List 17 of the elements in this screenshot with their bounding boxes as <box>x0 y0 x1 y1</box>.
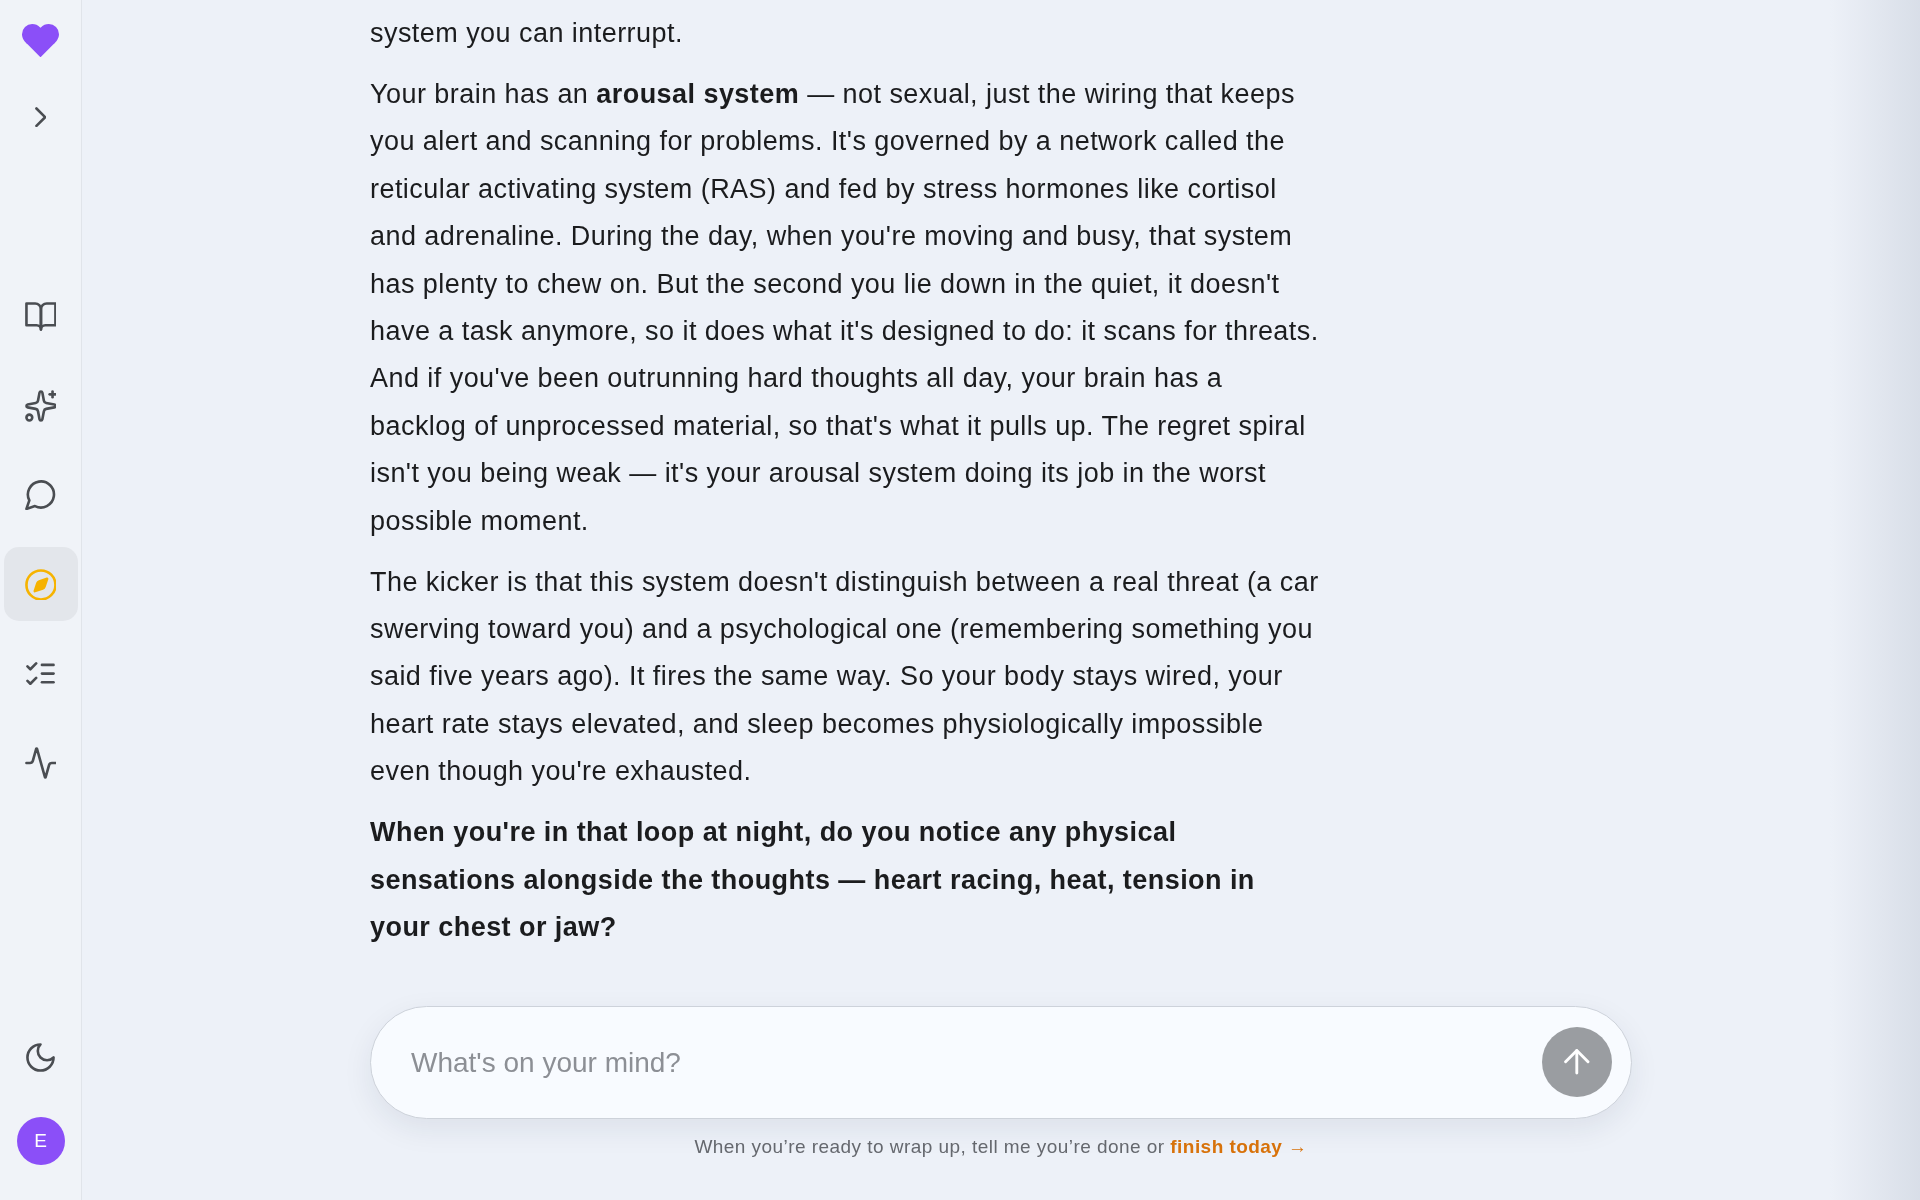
speech-bubble-icon <box>25 479 56 511</box>
avatar[interactable]: E <box>16 1117 65 1165</box>
question-text: When you're in that loop at night, do you notice any physical sensations alongside the thoughts — heart racing, heat, tension in your chest or jaw? <box>370 816 1256 945</box>
message-paragraph: system you can interrupt. <box>370 17 684 50</box>
moon-icon <box>26 1042 55 1072</box>
message-paragraph: Your brain has an arousal system — not sexual, just the wiring that keeps you alert and scanning for problems. It's governed by a network called the reticular activating system (RAS) and fed by stress hormones like cortisol and adrenaline. During the day, when you're moving and busy, that system has plenty to chew on. But the second you lie down in the quiet, it doesn't have a task anymore, so it does what it's designed to do: it scans for threats. And if you've been outrunning hard thoughts all day, your brain has a backlog of unprocessed material, so that's what it pulls up. The regret spiral isn't you being weak — it's your arousal system doing its job in the worst possible moment. <box>370 78 1320 538</box>
checklist-icon <box>26 662 55 686</box>
compass-icon <box>24 568 57 601</box>
message-paragraph: The kicker is that this system doesn't distinguish between a real threat (a car swerving toward you) and a psychological one (remembering something you said five years ago). It fires the same way. So your body stays wired, your heart rate stays elevated, and sleep becomes physiologically impossible even though you're exhausted. <box>370 565 1320 789</box>
pulse-line-icon <box>24 747 57 780</box>
book-icon <box>24 301 57 331</box>
heart-logo-icon <box>22 24 59 58</box>
sparkles-icon <box>24 389 57 422</box>
message-input[interactable]: What's on your mind? <box>370 1006 1632 1119</box>
wrap-up-hint: When you’re ready to wrap up, tell me you’re done or finish today → <box>693 1135 1309 1159</box>
finish-today-link[interactable]: finish today → <box>1170 1136 1308 1157</box>
chevron-right-icon <box>34 107 47 128</box>
